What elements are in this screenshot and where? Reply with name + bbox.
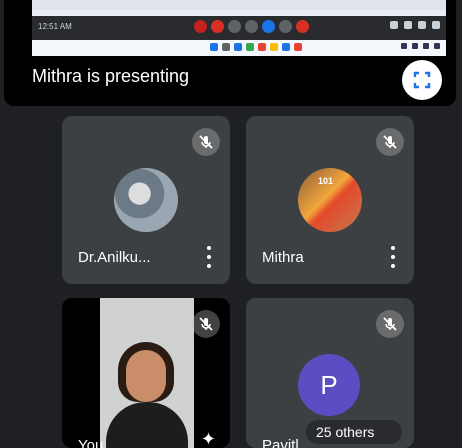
taskbar-app-icon <box>270 43 278 51</box>
taskbar-app-icon <box>222 43 230 51</box>
mic-off-indicator <box>376 128 404 156</box>
participant-name: Mithra <box>262 249 304 266</box>
shared-taskbar-apps <box>210 43 302 51</box>
info-icon <box>390 21 398 29</box>
mic-off-icon <box>199 135 213 149</box>
shared-taskbar <box>32 40 446 56</box>
toolbar-control-icon <box>296 20 309 33</box>
more-options-button[interactable] <box>206 246 212 268</box>
tray-icon <box>423 43 429 49</box>
tray-icon <box>401 43 407 49</box>
more-vert-icon <box>391 246 395 250</box>
shared-screen-preview: 12:51 AM <box>32 0 446 56</box>
taskbar-app-icon <box>210 43 218 51</box>
people-icon <box>404 21 412 29</box>
shared-time-text: 12:51 AM <box>38 22 72 31</box>
tray-icon <box>412 43 418 49</box>
taskbar-app-icon <box>258 43 266 51</box>
mic-off-icon <box>199 317 213 331</box>
self-video-tile[interactable]: You ✦ <box>62 298 230 448</box>
participant-name: Pavitl <box>262 437 299 448</box>
taskbar-app-icon <box>282 43 290 51</box>
presenting-label: Mithra is presenting <box>32 66 190 86</box>
mic-off-indicator <box>192 128 220 156</box>
others-count-chip[interactable]: 25 others <box>306 420 402 444</box>
toolbar-control-icon <box>262 20 275 33</box>
tray-icon <box>434 43 440 49</box>
toolbar-control-icon <box>279 20 292 33</box>
fullscreen-icon <box>413 71 431 89</box>
mic-off-icon <box>383 317 397 331</box>
participant-name: You <box>78 437 104 448</box>
activities-icon <box>432 21 440 29</box>
shared-toolbar-controls <box>194 20 309 33</box>
mic-off-indicator <box>192 310 220 338</box>
mic-off-indicator <box>376 310 404 338</box>
participant-tile[interactable]: Dr.Anilku... <box>62 116 230 284</box>
toolbar-control-icon <box>228 20 241 33</box>
taskbar-app-icon <box>234 43 242 51</box>
taskbar-app-icon <box>246 43 254 51</box>
toolbar-control-icon <box>194 20 207 33</box>
toolbar-control-icon <box>245 20 258 33</box>
fullscreen-button[interactable] <box>402 60 442 100</box>
toolbar-control-icon <box>211 20 224 33</box>
avatar: 101 <box>298 168 362 232</box>
avatar <box>114 168 178 232</box>
shared-meet-toolbar: 12:51 AM <box>32 16 446 40</box>
more-vert-icon <box>207 246 211 250</box>
avatar: P <box>298 354 360 416</box>
shared-browser-tabs <box>32 0 446 10</box>
effects-button[interactable]: ✦ <box>201 429 216 448</box>
mic-off-icon <box>383 135 397 149</box>
sparkle-icon: ✦ <box>200 429 216 448</box>
avatar-text: 101 <box>318 176 334 186</box>
self-video <box>100 298 194 448</box>
shared-taskbar-tray <box>401 43 440 49</box>
presentation-strip: 12:51 AM Mithra is presenting <box>4 0 456 106</box>
participant-name: Dr.Anilku... <box>78 249 151 266</box>
more-options-button[interactable] <box>390 246 396 268</box>
chat-icon <box>418 21 426 29</box>
shared-toolbar-right-icons <box>390 21 440 29</box>
taskbar-app-icon <box>294 43 302 51</box>
participant-tile[interactable]: 101 Mithra <box>246 116 414 284</box>
